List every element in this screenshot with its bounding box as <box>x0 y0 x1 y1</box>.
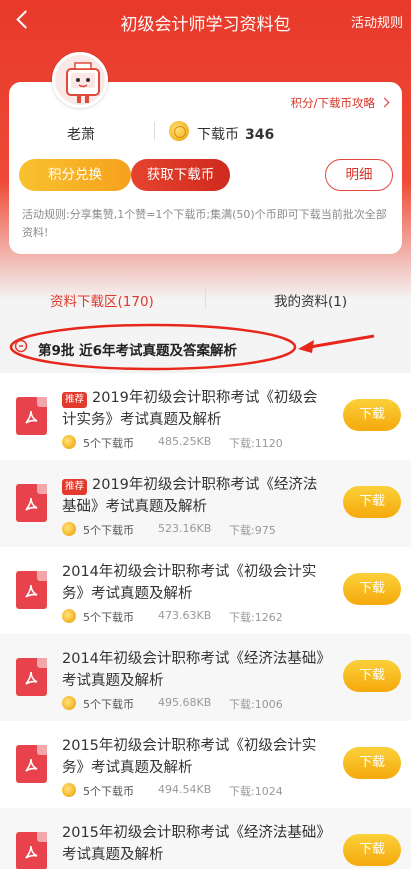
item-title[interactable]: 2019年初级会计职称考试《初级会计实务》考试真题及解析 <box>62 387 330 431</box>
item-title[interactable]: 2019年初级会计职称考试《经济法基础》考试真题及解析 <box>62 474 330 518</box>
download-button[interactable]: 下载 <box>343 486 401 518</box>
item-size: 494.54KB <box>158 783 212 796</box>
download-button[interactable]: 下载 <box>343 834 401 866</box>
item-price: 5个下载币 <box>83 524 134 537</box>
avatar[interactable] <box>52 52 108 108</box>
download-button[interactable]: 下载 <box>343 573 401 605</box>
item-title[interactable]: 2014年初级会计职称考试《经济法基础》考试真题及解析 <box>62 648 330 692</box>
item-title[interactable]: 2015年初级会计职称考试《初级会计实务》考试真题及解析 <box>62 735 330 779</box>
pdf-file-icon[interactable] <box>16 397 47 435</box>
page-title: 初级会计师学习资料包 <box>120 15 291 35</box>
pdf-file-icon[interactable] <box>16 658 47 696</box>
material-list: 推荐 2019年初级会计职称考试《初级会计实务》考试真题及解析 5个下载币 485.2… <box>0 373 411 869</box>
pdf-file-icon[interactable] <box>16 832 47 869</box>
item-title[interactable]: 2014年初级会计职称考试《初级会计实务》考试真题及解析 <box>62 561 330 605</box>
item-downloads: 下载:1006 <box>229 698 283 711</box>
list-item[interactable]: 推荐 2019年初级会计职称考试《经济法基础》考试真题及解析 5个下载币 523.16… <box>0 460 411 547</box>
item-downloads: 下载:975 <box>229 524 276 537</box>
list-item[interactable]: 2015年初级会计职称考试《经济法基础》考试真题及解析 下载 <box>0 808 411 869</box>
list-item[interactable]: 推荐 2019年初级会计职称考试《初级会计实务》考试真题及解析 5个下载币 485.2… <box>0 373 411 460</box>
detail-button[interactable]: 明细 <box>325 159 393 191</box>
download-button[interactable]: 下载 <box>343 747 401 779</box>
pdf-file-icon[interactable] <box>16 484 47 522</box>
coin-guide-link[interactable]: 积分/下载币攻略 <box>291 95 388 111</box>
item-title[interactable]: 2015年初级会计职称考试《经济法基础》考试真题及解析 <box>62 822 330 866</box>
annotation-arrow-icon <box>298 334 375 353</box>
batch-title: 第9批 近6年考试真题及答案解析 <box>38 343 237 359</box>
list-item[interactable]: 2014年初级会计职称考试《经济法基础》考试真题及解析 5个下载币 495.68KB… <box>0 634 411 721</box>
item-size: 523.16KB <box>158 522 212 535</box>
app-bar: 初级会计师学习资料包 活动规则 <box>0 0 411 42</box>
points-exchange-button[interactable]: 积分兑换 <box>19 159 131 191</box>
item-downloads: 下载:1262 <box>229 611 283 624</box>
coin-icon <box>62 696 76 710</box>
item-size: 485.25KB <box>158 435 212 448</box>
item-downloads: 下载:1120 <box>229 437 283 450</box>
pdf-file-icon[interactable] <box>16 745 47 783</box>
coin-balance-count: 346 <box>245 127 275 143</box>
item-price: 5个下载币 <box>83 698 134 711</box>
get-coins-button[interactable]: 获取下载币 <box>131 159 230 191</box>
coin-icon <box>62 435 76 449</box>
item-size: 495.68KB <box>158 696 212 709</box>
item-price: 5个下载币 <box>83 611 134 624</box>
rule-description: 活动规则:分享集赞,1个赞=1个下载币;集满(50)个币即可下载当前批次全部资料… <box>22 208 387 239</box>
profile-card: 积分/下载币攻略 老萧 下载币 346 积分兑换 获取下载币 明细 活动规则:分享… <box>9 82 402 254</box>
batch-icon <box>14 339 28 353</box>
activity-rules-link[interactable]: 活动规则 <box>351 12 403 31</box>
list-item[interactable]: 2014年初级会计职称考试《初级会计实务》考试真题及解析 5个下载币 473.63K… <box>0 547 411 634</box>
tab-bar: 资料下载区(170) 我的资料(1) <box>0 284 411 314</box>
download-button[interactable]: 下载 <box>343 399 401 431</box>
divider <box>154 122 155 140</box>
item-price: 5个下载币 <box>83 785 134 798</box>
list-item[interactable]: 2015年初级会计职称考试《初级会计实务》考试真题及解析 5个下载币 494.54K… <box>0 721 411 808</box>
item-downloads: 下载:1024 <box>229 785 283 798</box>
coin-balance: 下载币 346 <box>197 124 274 144</box>
username: 老萧 <box>67 127 95 143</box>
tab-divider <box>205 288 206 308</box>
tab-download-area[interactable]: 资料下载区(170) <box>50 290 154 310</box>
coin-icon <box>62 522 76 536</box>
tab-my-materials[interactable]: 我的资料(1) <box>274 290 347 310</box>
coin-icon <box>62 609 76 623</box>
coin-icon <box>62 783 76 797</box>
item-size: 473.63KB <box>158 609 212 622</box>
coin-icon <box>169 121 189 141</box>
download-button[interactable]: 下载 <box>343 660 401 692</box>
coin-balance-label: 下载币 <box>197 127 239 143</box>
pdf-file-icon[interactable] <box>16 571 47 609</box>
item-price: 5个下载币 <box>83 437 134 450</box>
